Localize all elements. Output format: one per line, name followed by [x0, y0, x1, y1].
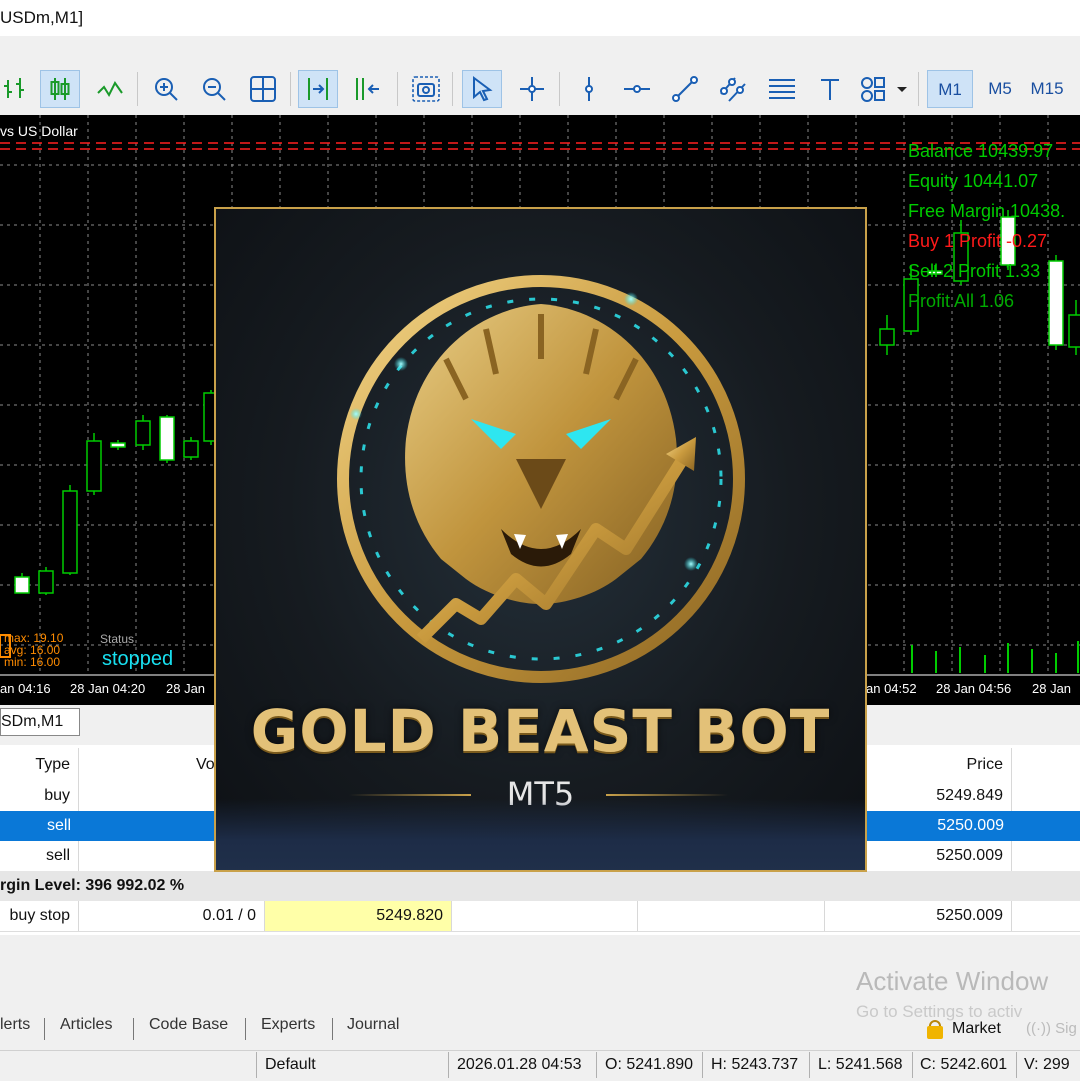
- cursor-icon[interactable]: [462, 70, 502, 108]
- tab-journal[interactable]: Journal: [347, 1016, 399, 1034]
- signals-tab[interactable]: ((·)) Sig: [1026, 1020, 1077, 1037]
- candle-body: [110, 442, 126, 448]
- order-empty-cell: [452, 901, 638, 931]
- shapes-icon[interactable]: [858, 70, 910, 108]
- row-type: sell: [46, 817, 71, 834]
- indicator-status-label: Status: [100, 632, 135, 646]
- candle-body: [38, 570, 54, 594]
- symbol-label: vs US Dollar: [0, 123, 78, 139]
- signals-label: Sig: [1055, 1020, 1077, 1037]
- order-volume: 0.01 / 0: [79, 901, 265, 931]
- time-label: an 04:16: [0, 681, 51, 696]
- candle-body: [879, 328, 895, 346]
- candle-body: [1048, 260, 1064, 346]
- status-high: H: 5243.737: [711, 1056, 799, 1073]
- candle-body: [14, 576, 30, 594]
- margin-summary-row: rgin Level: 396 992.02 %: [0, 871, 1080, 901]
- status-open: O: 5241.890: [605, 1056, 694, 1073]
- screenshot-icon[interactable]: [406, 70, 446, 108]
- lion-emblem: [337, 275, 745, 683]
- status-low: L: 5241.568: [818, 1056, 903, 1073]
- candlestick-chart-icon[interactable]: [40, 70, 80, 108]
- window-title: USDm,M1]: [0, 8, 84, 27]
- indicator-status-value: stopped: [102, 648, 174, 670]
- chart-shift-icon[interactable]: [346, 70, 386, 108]
- order-price[interactable]: 5249.820: [265, 901, 452, 931]
- time-label: 28 Jan: [1032, 681, 1072, 696]
- status-close: C: 5242.601: [920, 1056, 1008, 1073]
- grid-icon[interactable]: [243, 70, 283, 108]
- profit-all-text: Profit All 1.06: [908, 291, 1015, 311]
- time-label: 28 Jan: [166, 681, 206, 696]
- timeframe-m1-button[interactable]: M1: [927, 70, 973, 108]
- tab-experts[interactable]: Experts: [261, 1016, 315, 1034]
- line-chart-icon[interactable]: [90, 70, 130, 108]
- candle-body: [183, 440, 199, 458]
- activation-watermark-hint: Go to Settings to activ: [856, 1002, 1023, 1021]
- row-type: sell: [0, 841, 79, 871]
- vertical-line-icon[interactable]: [569, 70, 609, 108]
- indicator-min: min: 16.00: [4, 655, 61, 669]
- equity-text: Equity 10441.07: [908, 171, 1039, 191]
- tab-code-base[interactable]: Code Base: [149, 1016, 228, 1034]
- tab-alerts[interactable]: lerts: [0, 1016, 30, 1034]
- zoom-in-icon[interactable]: [146, 70, 186, 108]
- order-current-price: 5250.009: [825, 901, 1012, 931]
- time-label: an 04:52: [866, 681, 917, 696]
- candle-body: [62, 490, 78, 574]
- product-promo-card: GOLD BEAST BOT MT5: [214, 207, 867, 872]
- chart-window-tab[interactable]: SDm,M1: [0, 708, 80, 736]
- auto-scroll-icon[interactable]: [298, 70, 338, 108]
- tab-articles[interactable]: Articles: [60, 1016, 112, 1034]
- bar-chart-icon[interactable]: [0, 70, 34, 108]
- row-type: buy: [0, 781, 79, 811]
- buy-profit-text: Buy 1 Profit -0.27: [908, 231, 1048, 251]
- candle-body: [1068, 314, 1080, 348]
- text-tool-icon[interactable]: [810, 70, 850, 108]
- market-tab[interactable]: Market: [952, 1020, 1001, 1038]
- timeframe-m15-button[interactable]: M15: [1024, 70, 1070, 108]
- window-title-bar: USDm,M1]: [0, 0, 1080, 36]
- candle-body: [135, 420, 151, 446]
- trendline-icon[interactable]: [665, 70, 705, 108]
- status-profile: Default: [265, 1056, 316, 1073]
- candle-body: [86, 440, 102, 492]
- zoom-out-icon[interactable]: [194, 70, 234, 108]
- candle-body: [159, 416, 175, 461]
- margin-level-text: rgin Level: 396 992.02 %: [0, 877, 185, 894]
- horizontal-line-icon[interactable]: [617, 70, 657, 108]
- time-label: 28 Jan 04:20: [70, 681, 146, 696]
- free-margin-text: Free Margin 10438.: [908, 201, 1066, 221]
- timeframe-m5-button[interactable]: M5: [978, 70, 1022, 108]
- balance-text: Balance 10439.97: [908, 141, 1054, 161]
- activation-watermark: Activate Window: [856, 966, 1049, 996]
- order-row[interactable]: buy stop 0.01 / 0 5249.820 5250.009: [0, 901, 1080, 932]
- equidistant-channel-icon[interactable]: [713, 70, 753, 108]
- signals-icon: ((·)): [1026, 1020, 1051, 1037]
- status-datetime: 2026.01.28 04:53: [457, 1056, 582, 1073]
- header-type[interactable]: Type: [0, 748, 79, 782]
- order-empty-cell: [638, 901, 825, 931]
- fibonacci-icon[interactable]: [762, 70, 802, 108]
- time-label: 28 Jan 04:56: [936, 681, 1012, 696]
- product-title: GOLD BEAST BOT: [250, 697, 831, 765]
- order-type: buy stop: [0, 901, 79, 931]
- sell-profit-text: Sell 2 Profit 1.33: [908, 261, 1041, 281]
- crosshair-icon[interactable]: [512, 70, 552, 108]
- status-volume: V: 299: [1024, 1056, 1070, 1073]
